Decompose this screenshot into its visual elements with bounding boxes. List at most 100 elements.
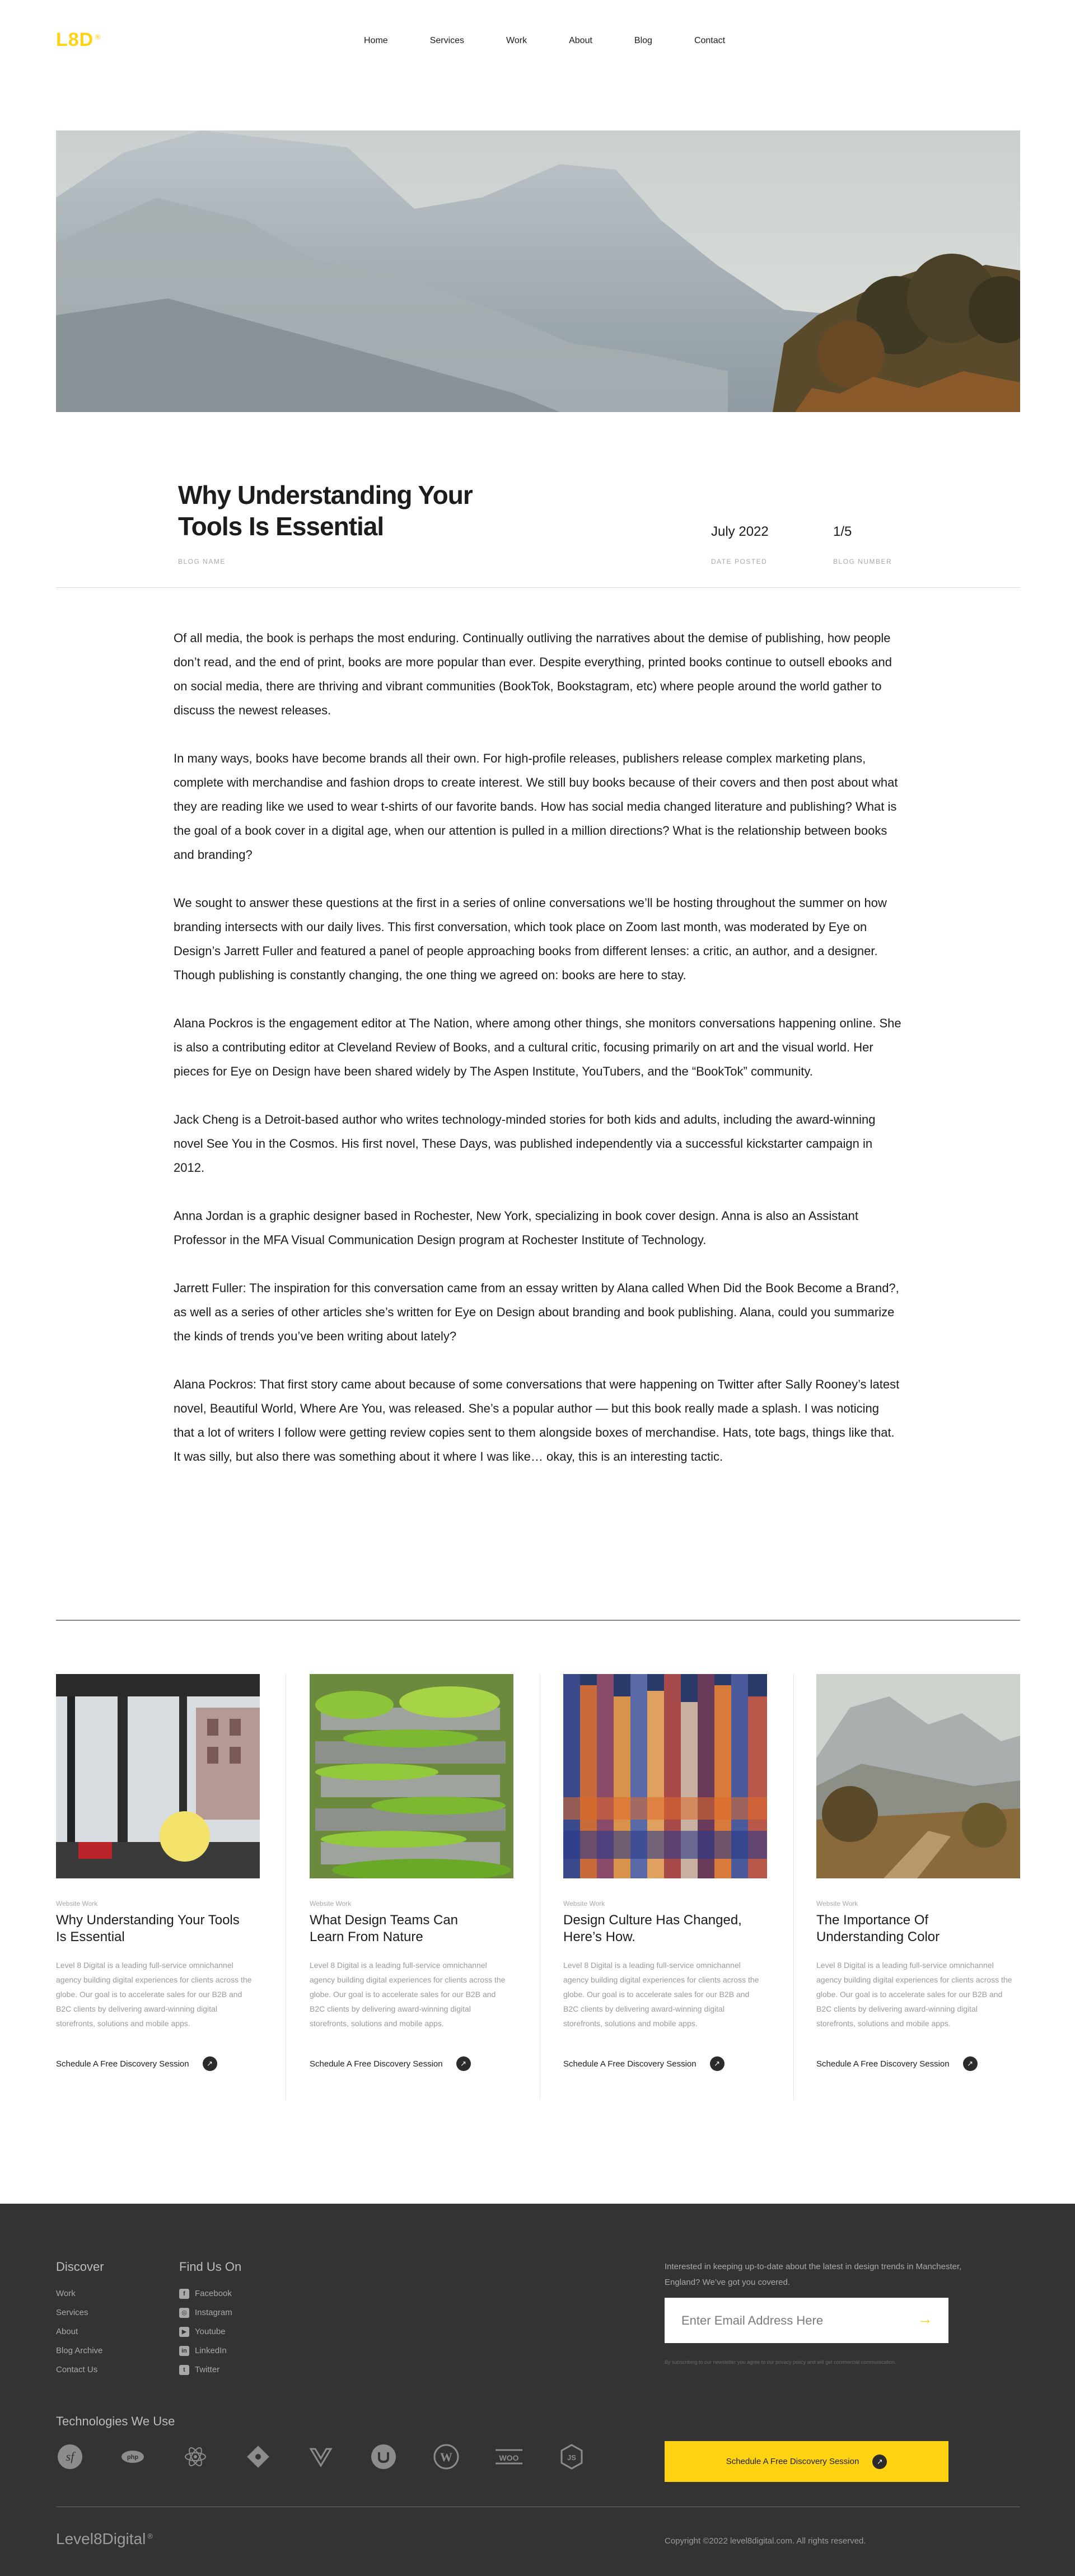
blog-number: 1/5 xyxy=(833,524,852,539)
nav-about[interactable]: About xyxy=(569,36,592,46)
nav-work[interactable]: Work xyxy=(506,36,527,46)
social-links: f Facebook ◎ Instagram ▶ Youtube in LinkedIn… xyxy=(179,2284,232,2379)
arrow-icon: ↗ xyxy=(202,2056,217,2071)
copyright: Copyright ©2022 level8digital.com. All r… xyxy=(665,2536,866,2546)
newsletter-fine-print: By subscribing to our newsletter you agr… xyxy=(665,2359,896,2365)
paragraph: Alana Pockros is the engagement editor a… xyxy=(174,1016,901,1078)
paragraph: Jarrett Fuller: The inspiration for this… xyxy=(174,1281,899,1343)
footer-brand[interactable]: Level8Digital ® xyxy=(56,2530,153,2548)
technology-logos: sf php W WOO JS xyxy=(56,2443,620,2471)
wordpress-icon: W xyxy=(432,2443,460,2471)
discover-heading: Discover xyxy=(56,2260,104,2274)
arrow-icon: ↗ xyxy=(456,2056,471,2071)
umbraco-icon xyxy=(370,2443,398,2471)
post-category: Website Work xyxy=(816,1900,858,1908)
footer-link-about[interactable]: About xyxy=(56,2322,102,2341)
post-image[interactable] xyxy=(310,1674,513,1878)
footer-link-contact-us[interactable]: Contact Us xyxy=(56,2360,102,2379)
paragraph: Of all media, the book is perhaps the mo… xyxy=(174,631,892,717)
find-us-heading: Find Us On xyxy=(179,2260,242,2274)
hero-image xyxy=(56,130,1020,412)
divider xyxy=(56,587,1020,588)
nav-contact[interactable]: Contact xyxy=(694,36,725,46)
woocommerce-icon: WOO xyxy=(495,2443,523,2471)
site-footer: Discover Work Services About Blog Archiv… xyxy=(0,2204,1075,2576)
footer-link-blog-archive[interactable]: Blog Archive xyxy=(56,2341,102,2360)
discovery-session-link[interactable]: Schedule A Free Discovery Session ↗ xyxy=(310,2056,471,2071)
related-posts: Website Work Why Understanding Your Tool… xyxy=(56,1674,1020,2100)
nav-services[interactable]: Services xyxy=(430,36,464,46)
post-description: Level 8 Digital is a leading full-servic… xyxy=(56,1961,252,2028)
symfony-icon: sf xyxy=(56,2443,84,2471)
paragraph: Jack Cheng is a Detroit-based author who… xyxy=(174,1112,876,1175)
date-posted: July 2022 xyxy=(711,524,769,539)
post-description: Level 8 Digital is a leading full-servic… xyxy=(816,1961,1012,2028)
post-image[interactable] xyxy=(563,1674,767,1878)
discover-links: Work Services About Blog Archive Contact… xyxy=(56,2284,102,2379)
vue-icon xyxy=(307,2443,335,2471)
paragraph: We sought to answer these questions at t… xyxy=(174,896,887,982)
arrow-icon: ↗ xyxy=(872,2454,887,2469)
email-input[interactable] xyxy=(681,2313,905,2328)
linkedin-icon: in xyxy=(179,2346,189,2356)
discovery-session-link[interactable]: Schedule A Free Discovery Session ↗ xyxy=(563,2056,725,2071)
paragraph: Alana Pockros: That first story came abo… xyxy=(174,1377,900,1464)
discovery-session-button[interactable]: Schedule A Free Discovery Session ↗ xyxy=(665,2441,948,2482)
divider xyxy=(56,1620,1020,1621)
post-description: Level 8 Digital is a leading full-servic… xyxy=(563,1961,759,2028)
post-card[interactable]: Website Work What Design Teams Can Learn… xyxy=(310,1674,513,2100)
social-instagram[interactable]: ◎ Instagram xyxy=(179,2303,232,2322)
technologies-heading: Technologies We Use xyxy=(56,2414,175,2428)
post-category: Website Work xyxy=(56,1900,98,1908)
newsletter-text: Interested in keeping up-to-date about t… xyxy=(665,2262,962,2287)
social-twitter[interactable]: t Twitter xyxy=(179,2360,232,2379)
post-title[interactable]: Design Culture Has Changed, Here’s How. xyxy=(563,1912,748,1946)
paragraph: In many ways, books have become brands a… xyxy=(174,751,898,862)
post-card[interactable]: Website Work The Importance Of Understan… xyxy=(816,1674,1020,2100)
php-icon: php xyxy=(119,2443,147,2471)
article-body: Of all media, the book is perhaps the mo… xyxy=(174,626,901,1493)
facebook-icon: f xyxy=(179,2289,189,2299)
nav-home[interactable]: Home xyxy=(364,36,388,46)
post-card[interactable]: Website Work Why Understanding Your Tool… xyxy=(56,1674,260,2100)
post-category: Website Work xyxy=(563,1900,605,1908)
date-posted-label: DATE POSTED xyxy=(711,558,768,565)
arrow-right-icon[interactable]: → xyxy=(917,2310,933,2328)
site-header: L8D ® Home Services Work About Blog Conta… xyxy=(0,0,1075,84)
instagram-icon: ◎ xyxy=(179,2308,189,2318)
article-title: Why Understanding Your Tools Is Essentia… xyxy=(178,480,473,541)
logo[interactable]: L8D ® xyxy=(56,29,101,51)
discovery-session-link[interactable]: Schedule A Free Discovery Session ↗ xyxy=(56,2056,217,2071)
social-youtube[interactable]: ▶ Youtube xyxy=(179,2322,232,2341)
social-linkedin[interactable]: in LinkedIn xyxy=(179,2341,232,2360)
blog-number-label: BLOG NUMBER xyxy=(833,558,892,565)
youtube-icon: ▶ xyxy=(179,2327,189,2337)
post-title[interactable]: Why Understanding Your Tools Is Essentia… xyxy=(56,1912,241,1946)
svg-text:JS: JS xyxy=(567,2453,576,2462)
paragraph: Anna Jordan is a graphic designer based … xyxy=(174,1209,858,1247)
arrow-icon: ↗ xyxy=(962,2056,978,2071)
post-title[interactable]: The Importance Of Understanding Color xyxy=(816,1912,1001,1946)
main-nav: Home Services Work About Blog Contact xyxy=(364,36,767,46)
twitter-icon: t xyxy=(179,2365,189,2375)
blog-name-label: BLOG NAME xyxy=(178,558,226,565)
svg-text:W: W xyxy=(440,2450,452,2464)
newsletter-form: → xyxy=(665,2298,948,2343)
post-description: Level 8 Digital is a leading full-servic… xyxy=(310,1961,506,2028)
post-image[interactable] xyxy=(816,1674,1020,1878)
nodejs-icon: JS xyxy=(558,2443,586,2471)
post-card[interactable]: Website Work Design Culture Has Changed,… xyxy=(563,1674,767,2100)
social-facebook[interactable]: f Facebook xyxy=(179,2284,232,2303)
post-image[interactable] xyxy=(56,1674,260,1878)
discovery-session-link[interactable]: Schedule A Free Discovery Session ↗ xyxy=(816,2056,978,2071)
svg-text:WOO: WOO xyxy=(499,2453,519,2462)
nav-blog[interactable]: Blog xyxy=(634,36,652,46)
react-icon xyxy=(181,2443,209,2471)
footer-link-work[interactable]: Work xyxy=(56,2284,102,2303)
arrow-icon: ↗ xyxy=(709,2056,725,2071)
svg-text:php: php xyxy=(127,2454,138,2461)
post-title[interactable]: What Design Teams Can Learn From Nature xyxy=(310,1912,494,1946)
craft-icon xyxy=(244,2443,272,2471)
footer-link-services[interactable]: Services xyxy=(56,2303,102,2322)
card-divider xyxy=(793,1674,794,2100)
